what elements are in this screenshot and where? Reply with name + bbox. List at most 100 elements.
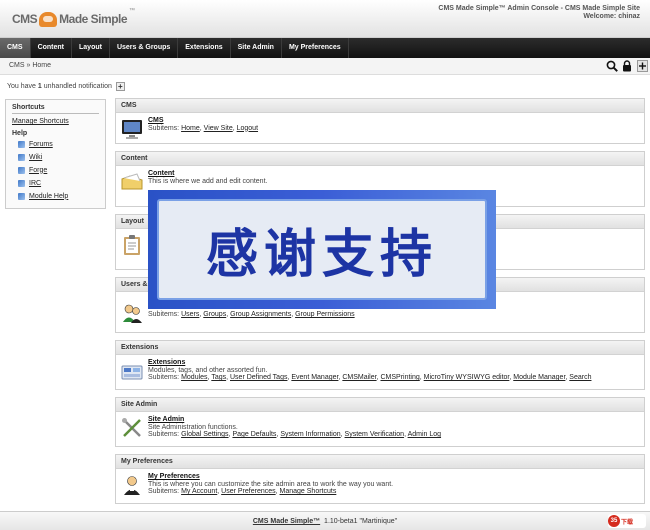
tab-my-preferences[interactable]: My Preferences [282,38,349,58]
subitem-my-account[interactable]: My Account [181,488,217,495]
breadcrumb: CMS » Home [9,62,52,69]
sidebar: Shortcuts Manage Shortcuts Help Forums W… [5,99,106,209]
content-link[interactable]: Content [148,170,174,178]
help-item-irc[interactable]: IRC [18,179,99,187]
subitem-cmsmailer[interactable]: CMSMailer [342,374,376,381]
breadcrumb-bar: CMS » Home [0,58,650,75]
cms-link[interactable]: CMS [148,117,164,125]
subitem-module-manager[interactable]: Module Manager [513,374,565,381]
welcome-user: Welcome: chinaz [583,13,640,20]
my-preferences-description: This is where you can customize the site… [148,480,394,488]
subitem-cmsprinting[interactable]: CMSPrinting [380,374,419,381]
overlay-text: 感谢支持 [205,225,438,285]
expand-notifications-button[interactable]: + [115,82,125,91]
subitem-microtiny[interactable]: MicroTiny WYSIWYG editor [424,374,510,381]
subitem-group-permissions[interactable]: Group Permissions [295,311,355,318]
logo-made-simple-text: Made Simple [59,12,128,26]
content-description: This is where we add and edit content. [148,177,268,185]
users-icon [121,302,143,324]
subitems-label: Subitems: [148,488,180,496]
notification-text: You have 1 unhandled notification [7,83,112,90]
logo-icon [39,11,58,27]
tab-site-admin[interactable]: Site Admin [231,38,282,58]
help-item-module-help[interactable]: Module Help [18,192,99,200]
section-cms: CMS CMS Subitems: Home, View Site, Logou… [115,98,645,144]
lock-icon[interactable] [621,59,633,72]
header: CMS Made Simple ™ CMS Made Simple™ Admin… [0,0,650,38]
help-book-icon [18,192,25,200]
footer: CMS Made Simple™ 1.10-beta1 "Martinique"… [0,511,650,530]
subitem-view-site[interactable]: View Site [204,125,233,132]
subitem-groups[interactable]: Groups [203,311,226,318]
tab-users-groups[interactable]: Users & Groups [110,38,179,58]
site-admin-description: Site Administration functions. [148,423,238,431]
clipboard-icon [121,234,143,256]
help-item-forge[interactable]: Forge [18,166,99,174]
cms-made-simple-logo[interactable]: CMS Made Simple ™ [12,8,135,30]
subitem-page-defaults[interactable]: Page Defaults [232,431,276,438]
subitem-manage-shortcuts[interactable]: Manage Shortcuts [280,488,337,495]
footer-version: CMS Made Simple™ 1.10-beta1 "Martinique" [252,518,398,525]
help-item-forums[interactable]: Forums [18,140,99,148]
subitem-event-manager[interactable]: Event Manager [291,374,338,381]
tab-extensions[interactable]: Extensions [178,38,231,58]
subitem-users[interactable]: Users [181,311,199,318]
subitem-system-verification[interactable]: System Verification [345,431,405,438]
tab-content[interactable]: Content [31,38,73,58]
overlay-banner: 感谢支持 [148,190,496,309]
help-heading: Help [12,130,28,137]
section-heading: Content [116,152,644,166]
toolbar [606,59,648,72]
header-info: CMS Made Simple™ Admin Console - CMS Mad… [438,5,640,21]
tools-icon [121,417,143,439]
section-heading: CMS [116,99,644,113]
subitem-group-assignments[interactable]: Group Assignments [230,311,291,318]
subitem-user-defined-tags[interactable]: User Defined Tags [230,374,287,381]
search-icon[interactable] [606,59,618,72]
extensions-description: Modules, tags, and other assorted fun. [148,366,268,374]
section-site-admin: Site Admin Site Admin Site Administratio… [115,397,645,447]
notification-line: You have 1 unhandled notification + [7,82,125,91]
help-item-wiki[interactable]: Wiki [18,153,99,161]
subitem-home[interactable]: Home [181,125,200,132]
section-my-preferences: My Preferences My Preferences This is wh… [115,454,645,504]
overlay-panel: 感谢支持 [157,199,487,300]
subitem-logout[interactable]: Logout [237,125,258,132]
section-heading: My Preferences [116,455,644,469]
footer-product-link[interactable]: CMS Made Simple™ [253,518,320,525]
site-admin-link[interactable]: Site Admin [148,416,184,424]
badge-number: 35 [608,515,620,527]
subitems-label: Subitems: [148,124,180,132]
subitems-label: Subitems: [148,431,180,439]
monitor-icon [121,118,143,140]
subitem-search[interactable]: Search [569,374,591,381]
subitems-label: Subitems: [148,374,180,382]
tab-cms[interactable]: CMS [0,38,31,58]
logo-tm: ™ [129,8,136,14]
subitems-label: Subitems: [148,311,180,318]
extensions-icon [121,360,143,382]
subitem-system-information[interactable]: System Information [280,431,340,438]
extensions-link[interactable]: Extensions [148,359,185,367]
section-heading: Site Admin [116,398,644,412]
download-site-badge: 35 下载 [608,514,646,528]
main-nav: CMS Content Layout Users & Groups Extens… [0,38,650,58]
logo-cms-text: CMS [12,12,38,26]
help-book-icon [18,166,25,174]
add-icon[interactable] [636,59,648,72]
badge-text: 下载 [621,519,634,526]
help-book-icon [18,140,25,148]
subitem-user-preferences[interactable]: User Preferences [221,488,275,495]
section-extensions: Extensions Extensions Modules, tags, and… [115,340,645,390]
folder-icon [121,171,143,193]
section-heading: Extensions [116,341,644,355]
subitem-admin-log[interactable]: Admin Log [408,431,441,438]
manage-shortcuts-link[interactable]: Manage Shortcuts [12,118,99,125]
subitem-tags[interactable]: Tags [211,374,226,381]
subitem-global-settings[interactable]: Global Settings [181,431,228,438]
help-book-icon [18,153,25,161]
tab-layout[interactable]: Layout [72,38,110,58]
subitem-modules[interactable]: Modules [181,374,207,381]
my-preferences-link[interactable]: My Preferences [148,473,200,481]
user-icon [121,474,143,496]
